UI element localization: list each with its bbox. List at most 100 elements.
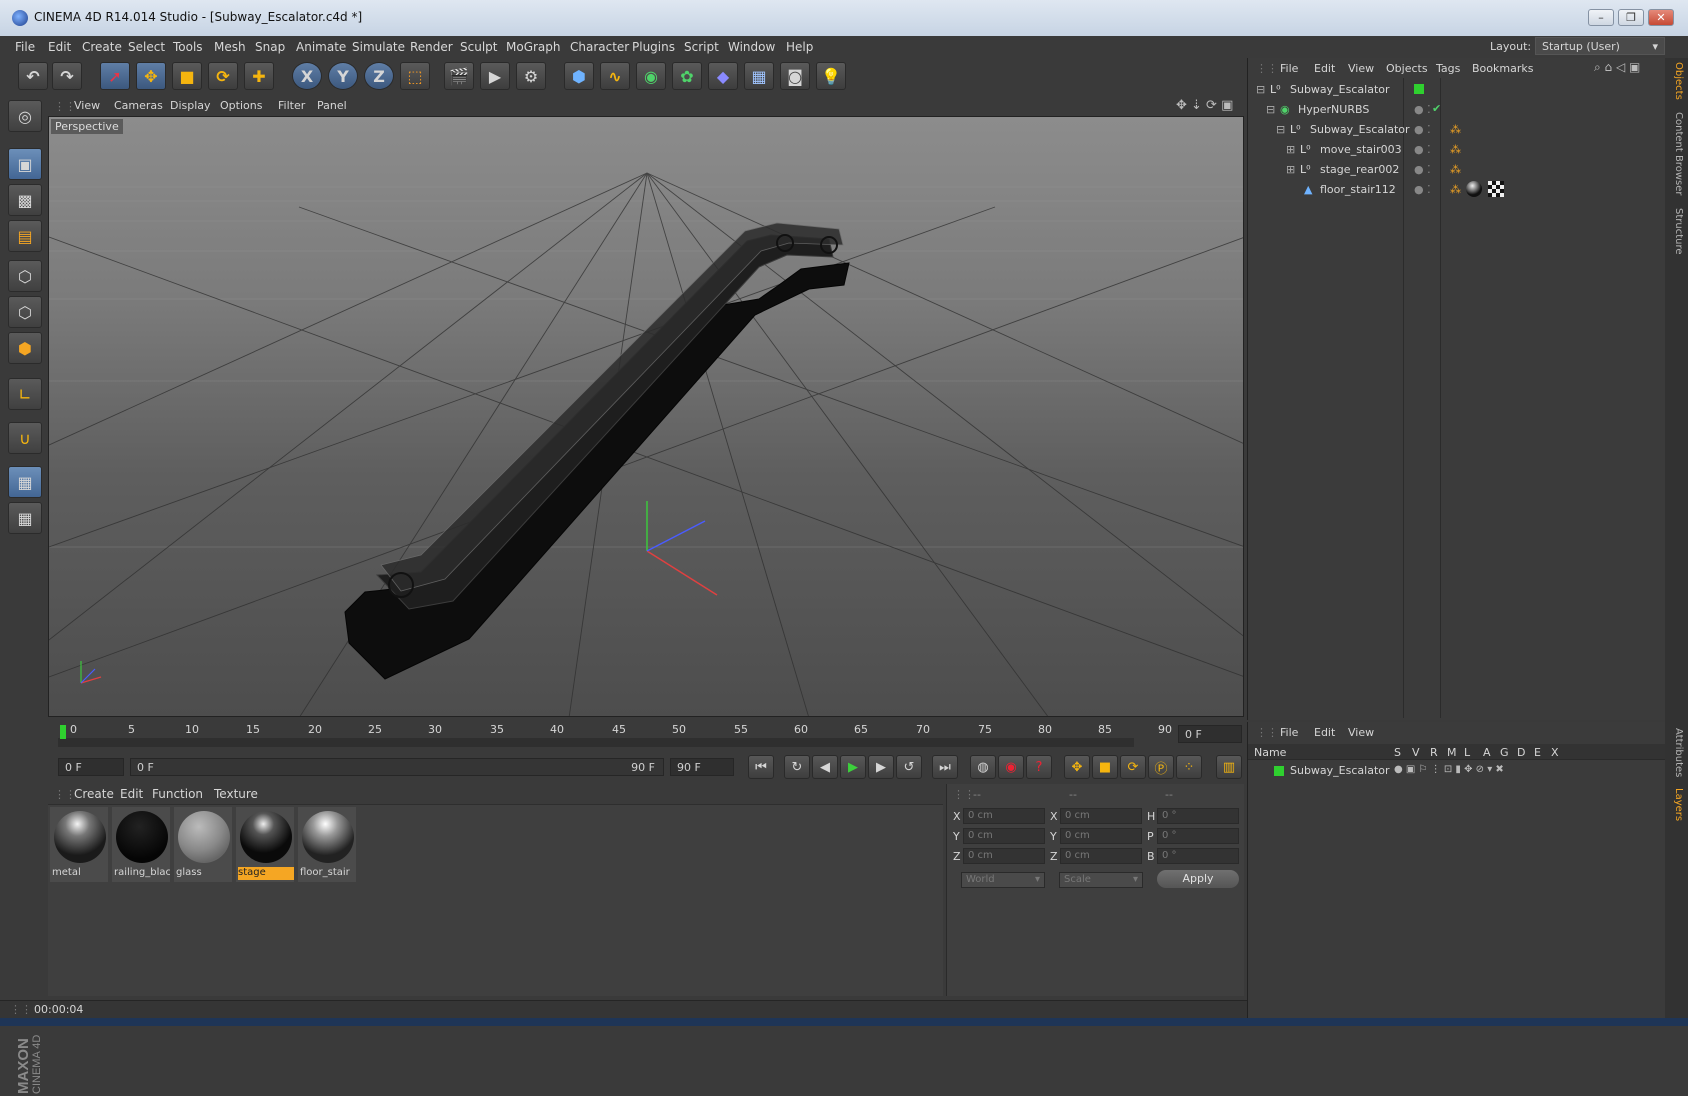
visibility-dots-icon[interactable]: ● ⁚ xyxy=(1414,163,1431,176)
drag-handle-icon[interactable]: ⋮⋮ xyxy=(10,1003,32,1016)
go-to-start-button[interactable]: ⏮ xyxy=(748,755,774,779)
tree-collapse-icon[interactable]: ⊟ xyxy=(1276,123,1285,136)
material-floor-stair[interactable]: floor_stair xyxy=(298,807,356,882)
axis-mode-button[interactable]: ∟ xyxy=(8,378,42,410)
make-editable-button[interactable]: ◎ xyxy=(8,100,42,132)
add-spline-button[interactable]: ∿ xyxy=(600,62,630,90)
timeline-ruler[interactable]: 0 5 10 15 20 25 30 35 40 45 50 55 60 65 … xyxy=(48,720,1245,748)
drag-handle-icon[interactable]: ⋮⋮ xyxy=(1256,726,1278,739)
add-camera-button[interactable]: ◙ xyxy=(780,62,810,90)
menu-mesh[interactable]: Mesh xyxy=(214,40,246,54)
pos-y-field[interactable]: 0 cm xyxy=(963,828,1045,844)
menu-character[interactable]: Character xyxy=(570,40,629,54)
planar-workplane-button[interactable]: ▦ xyxy=(8,502,42,534)
visibility-dots-icon[interactable]: ● ⁚ xyxy=(1414,143,1431,156)
objects-menu-view[interactable]: View xyxy=(1348,62,1374,75)
lock-workplane-button[interactable]: ▦ xyxy=(8,466,42,498)
rotate-tool-button[interactable]: ⟳ xyxy=(208,62,238,90)
material-railing[interactable]: railing_blac xyxy=(112,807,170,882)
rot-h-field[interactable]: 0 ° xyxy=(1157,808,1239,824)
workplane-mode-button[interactable]: ▤ xyxy=(8,220,42,252)
objects-menu-edit[interactable]: Edit xyxy=(1314,62,1335,75)
menu-create[interactable]: Create xyxy=(82,40,122,54)
tree-expand-icon[interactable]: ⊞ xyxy=(1286,163,1295,176)
material-tag-icon[interactable] xyxy=(1466,181,1482,197)
tab-attributes[interactable]: Attributes xyxy=(1668,728,1684,777)
menu-select[interactable]: Select xyxy=(128,40,165,54)
next-frame-button[interactable]: ▶ xyxy=(868,755,894,779)
drag-handle-icon[interactable]: ⋮⋮ xyxy=(54,788,76,801)
material-stage[interactable]: stage xyxy=(236,807,294,882)
tab-content-browser[interactable]: Content Browser xyxy=(1668,112,1684,195)
end-frame-field[interactable]: 90 F xyxy=(670,758,734,776)
live-selection-button[interactable]: ➚ xyxy=(100,62,130,90)
record-button[interactable]: ◉ xyxy=(998,755,1024,779)
visibility-dots-icon[interactable]: ● ⁚ xyxy=(1414,103,1431,116)
add-nurbs-button[interactable]: ◉ xyxy=(636,62,666,90)
menu-mograph[interactable]: MoGraph xyxy=(506,40,561,54)
texture-mode-button[interactable]: ▩ xyxy=(8,184,42,216)
object-row-move-stair003[interactable]: ⊞ L⁰ move_stair003 ● ⁚ ⁂ xyxy=(1252,140,1652,160)
add-array-button[interactable]: ✿ xyxy=(672,62,702,90)
objects-menu-tags[interactable]: Tags xyxy=(1436,62,1460,75)
menu-animate[interactable]: Animate xyxy=(296,40,346,54)
viewport-menu-display[interactable]: Display xyxy=(170,99,211,112)
scale-tool-button[interactable]: ■ xyxy=(172,62,202,90)
z-axis-button[interactable]: Z xyxy=(364,62,394,90)
objects-menu-file[interactable]: File xyxy=(1280,62,1298,75)
menu-sculpt[interactable]: Sculpt xyxy=(460,40,497,54)
menu-simulate[interactable]: Simulate xyxy=(352,40,405,54)
menu-script[interactable]: Script xyxy=(684,40,719,54)
pos-x-field[interactable]: 0 cm xyxy=(963,808,1045,824)
rot-p-field[interactable]: 0 ° xyxy=(1157,828,1239,844)
size-y-field[interactable]: 0 cm xyxy=(1060,828,1142,844)
viewport-menu-view[interactable]: View xyxy=(74,99,100,112)
tab-structure[interactable]: Structure xyxy=(1668,208,1684,255)
key-parameter-button[interactable]: Ⓟ xyxy=(1148,755,1174,779)
visibility-dots-icon[interactable]: ● ⁚ xyxy=(1414,123,1431,136)
material-menu-function[interactable]: Function xyxy=(152,787,203,801)
phong-tag-icon[interactable]: ⁂ xyxy=(1450,143,1461,156)
add-light-button[interactable]: 💡 xyxy=(816,62,846,90)
layer-toggle-icons[interactable]: ● ▣ ⚐ ⋮ ⊡ ▮ ✥ ⊘ ▾ ✖ xyxy=(1394,764,1504,775)
coordinate-system-button[interactable]: ⬚ xyxy=(400,62,430,90)
layer-color-badge[interactable] xyxy=(1274,766,1284,776)
menu-tools[interactable]: Tools xyxy=(173,40,203,54)
viewport-menu-filter[interactable]: Filter xyxy=(278,99,305,112)
material-menu-create[interactable]: Create xyxy=(74,787,114,801)
y-axis-button[interactable]: Y xyxy=(328,62,358,90)
layers-menu-file[interactable]: File xyxy=(1280,726,1298,739)
model-mode-button[interactable]: ▣ xyxy=(8,148,42,180)
uvw-tag-icon[interactable] xyxy=(1488,181,1504,197)
world-dropdown[interactable]: World ▾ xyxy=(961,872,1045,888)
apply-button[interactable]: Apply xyxy=(1157,870,1239,888)
viewport-menu-cameras[interactable]: Cameras xyxy=(114,99,163,112)
edges-mode-button[interactable]: ⬡ xyxy=(8,296,42,328)
key-position-button[interactable]: ✥ xyxy=(1064,755,1090,779)
previous-frame-button[interactable]: ◀ xyxy=(812,755,838,779)
tree-collapse-icon[interactable]: ⊟ xyxy=(1266,103,1275,116)
recent-tool-button[interactable]: ✚ xyxy=(244,62,274,90)
key-scale-button[interactable]: ■ xyxy=(1092,755,1118,779)
phong-tag-icon[interactable]: ⁂ xyxy=(1450,123,1461,136)
key-point-level-button[interactable]: ⁘ xyxy=(1176,755,1202,779)
objects-menu-bookmarks[interactable]: Bookmarks xyxy=(1472,62,1533,75)
tab-layers[interactable]: Layers xyxy=(1668,788,1684,821)
render-settings-button[interactable]: ⚙ xyxy=(516,62,546,90)
menu-render[interactable]: Render xyxy=(410,40,453,54)
object-row-subway-escalator-child[interactable]: ⊟ L⁰ Subway_Escalator ● ⁚ ⁂ xyxy=(1252,120,1652,140)
object-row-floor-stair112[interactable]: ▲ floor_stair112 ● ⁚ ⁂ xyxy=(1252,180,1652,200)
viewport-nav-icons[interactable]: ✥ ⇣ ⟳ ▣ xyxy=(1176,98,1233,113)
minimize-button[interactable]: – xyxy=(1588,9,1614,26)
timeline-window-button[interactable]: ▥ xyxy=(1216,755,1242,779)
frame-range-slider[interactable]: 0 F 90 F xyxy=(130,758,664,776)
current-frame-field[interactable]: 0 F xyxy=(1178,725,1242,743)
undo-button[interactable]: ↶ xyxy=(18,62,48,90)
polygons-mode-button[interactable]: ⬢ xyxy=(8,332,42,364)
previous-key-button[interactable]: ↻ xyxy=(784,755,810,779)
material-menu-texture[interactable]: Texture xyxy=(214,787,258,801)
material-glass[interactable]: glass xyxy=(174,807,232,882)
viewport-menu-options[interactable]: Options xyxy=(220,99,262,112)
object-row-subway-escalator-root[interactable]: ⊟ L⁰ Subway_Escalator xyxy=(1252,80,1652,100)
menu-help[interactable]: Help xyxy=(786,40,813,54)
